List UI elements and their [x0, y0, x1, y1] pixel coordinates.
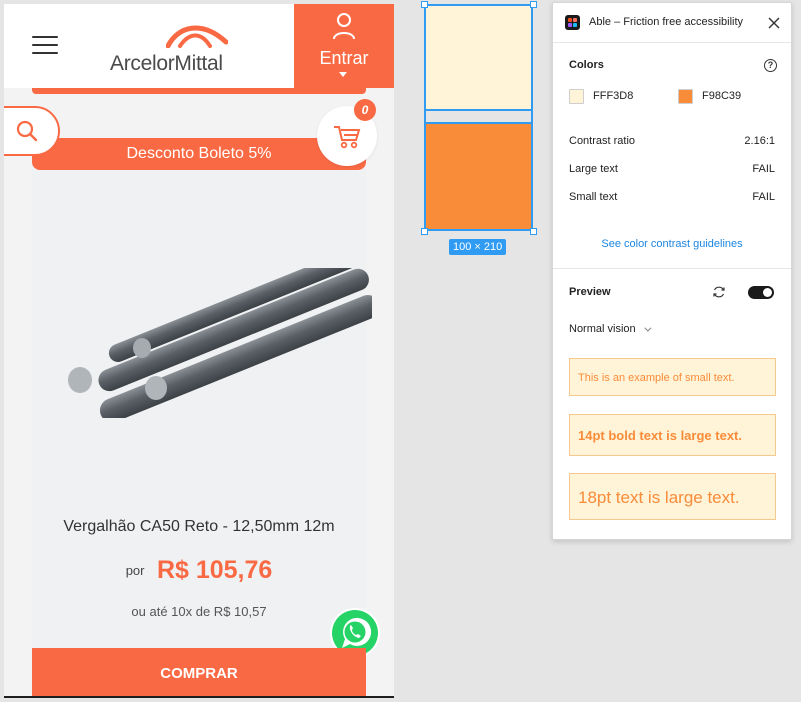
login-button[interactable]: Entrar [294, 4, 394, 88]
buy-button[interactable]: COMPRAR [32, 648, 366, 696]
frame-gap [424, 111, 533, 122]
close-icon[interactable] [766, 15, 782, 31]
small-text-result: FAIL [752, 191, 775, 203]
color2-hex[interactable]: F98C39 [702, 90, 741, 102]
chevron-down-icon [644, 324, 652, 332]
sample-large-text: 18pt text is large text. [569, 473, 776, 520]
contrast-ratio-label: Contrast ratio [569, 135, 636, 147]
mobile-site-preview: ArcelorMittal Entrar Desconto Boleto 5% [4, 4, 394, 698]
search-button[interactable] [4, 106, 60, 156]
price-prefix: por [125, 563, 145, 578]
able-plugin-panel: Able – Friction free accessibility Color… [552, 2, 792, 540]
selection-size-label: 100 × 210 [449, 239, 507, 255]
color-frame-orange[interactable] [424, 122, 533, 231]
preview-heading: Preview [569, 286, 611, 298]
price-row: por R$ 105,76 [32, 556, 366, 585]
resize-handle-top-right[interactable] [530, 1, 537, 8]
header-accent-strip [32, 88, 366, 94]
login-label: Entrar [319, 48, 369, 68]
product-card: Desconto Boleto 5% Vergalhão CA50 Reto -… [32, 138, 372, 696]
contrast-guidelines-link[interactable]: See color contrast guidelines [553, 238, 791, 250]
panel-titlebar: Able – Friction free accessibility [553, 3, 791, 43]
cart-count-badge: 0 [354, 99, 376, 121]
able-logo-icon [565, 15, 580, 30]
brand-logo[interactable]: ArcelorMittal [108, 18, 228, 78]
menu-icon[interactable] [32, 36, 58, 56]
site-header: ArcelorMittal Entrar [4, 4, 394, 88]
contrast-ratio-value: 2.16:1 [744, 135, 775, 147]
vision-mode-label: Normal vision [569, 323, 636, 335]
help-icon[interactable]: ? [764, 59, 777, 72]
color-frame-light[interactable] [424, 4, 533, 111]
logo-arc-icon [166, 25, 228, 48]
color2-swatch[interactable] [678, 89, 693, 104]
product-name[interactable]: Vergalhão CA50 Reto - 12,50mm 12m [32, 518, 366, 536]
price-value: R$ 105,76 [156, 556, 273, 584]
product-image[interactable] [52, 268, 372, 418]
discount-banner: Desconto Boleto 5% [32, 138, 366, 170]
refresh-icon[interactable] [712, 285, 726, 299]
preview-toggle[interactable] [748, 286, 774, 299]
color1-swatch[interactable] [569, 89, 584, 104]
vision-mode-select[interactable]: Normal vision [569, 323, 652, 335]
colors-heading: Colors [569, 59, 604, 71]
resize-handle-top-left[interactable] [421, 1, 428, 8]
brand-name: ArcelorMittal [110, 52, 223, 75]
cart-icon [334, 126, 361, 149]
user-icon [333, 13, 355, 40]
sample-small-text: This is an example of small text. [569, 358, 776, 396]
resize-handle-bottom-right[interactable] [530, 228, 537, 235]
color1-hex[interactable]: FFF3D8 [593, 90, 633, 102]
panel-title: Able – Friction free accessibility [589, 16, 744, 28]
large-text-result: FAIL [752, 163, 775, 175]
large-text-label: Large text [569, 163, 618, 175]
search-icon [16, 120, 38, 142]
sample-bold-text: 14pt bold text is large text. [569, 414, 776, 456]
small-text-label: Small text [569, 191, 618, 203]
caret-down-icon [339, 72, 347, 77]
installments-text: ou até 10x de R$ 10,57 [131, 604, 267, 619]
resize-handle-bottom-left[interactable] [421, 228, 428, 235]
panel-divider [553, 268, 791, 269]
